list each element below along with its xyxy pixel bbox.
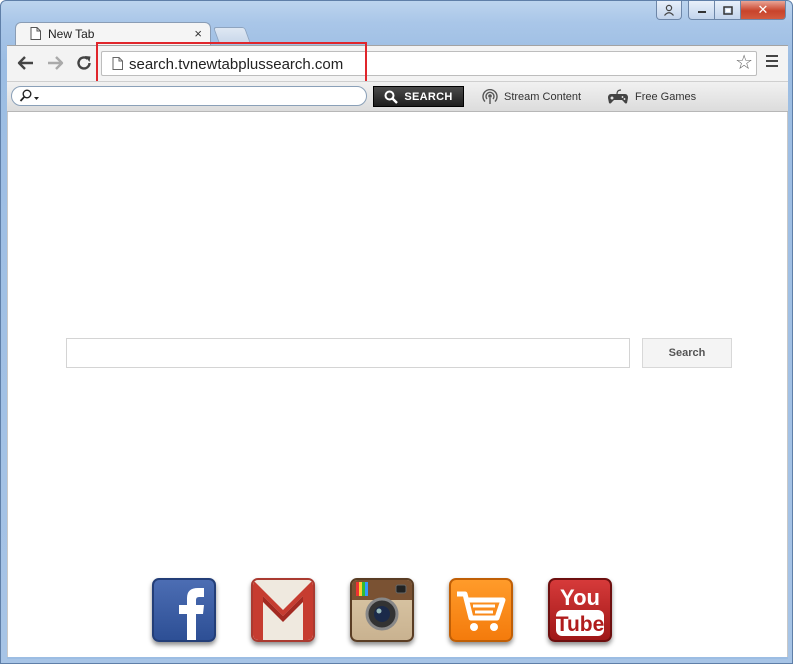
- shopping-tile[interactable]: [449, 578, 513, 642]
- window-caption-buttons: ✕: [656, 1, 786, 20]
- broadcast-icon: [482, 89, 498, 104]
- menu-bar-1: [766, 55, 778, 57]
- chrome-menu-button[interactable]: [766, 55, 778, 70]
- gamepad-icon: [608, 89, 628, 104]
- stream-content-link[interactable]: Stream Content: [482, 89, 581, 105]
- tab-title: New Tab: [48, 27, 95, 41]
- shopping-cart-icon: [457, 591, 506, 631]
- instagram-icon: [352, 580, 412, 631]
- forward-button[interactable]: [44, 52, 66, 74]
- main-search-button-label: Search: [668, 347, 706, 359]
- page-icon: [30, 27, 41, 40]
- menu-bar-2: [766, 60, 778, 62]
- main-search-input[interactable]: [66, 338, 630, 368]
- back-arrow-icon: [17, 56, 33, 70]
- user-profile-button[interactable]: [656, 1, 682, 20]
- youtube-text-bottom: Tube: [556, 613, 605, 636]
- window-bottom-edge: [7, 657, 788, 659]
- search-dropdown-icon[interactable]: [19, 89, 41, 106]
- close-icon: ✕: [757, 2, 769, 17]
- reload-button[interactable]: [73, 52, 95, 74]
- forward-arrow-icon: [48, 56, 64, 70]
- bookmark-star-icon[interactable]: ☆: [735, 53, 753, 73]
- toolbar-search-button[interactable]: SEARCH: [373, 86, 464, 107]
- maximize-button[interactable]: [715, 1, 741, 20]
- youtube-tile[interactable]: You Tube: [548, 578, 612, 642]
- free-games-link[interactable]: Free Games: [607, 89, 696, 105]
- close-window-button[interactable]: ✕: [741, 1, 786, 20]
- free-games-label: Free Games: [635, 91, 697, 103]
- minimize-icon: [697, 11, 706, 13]
- toolbar-search-button-label: SEARCH: [404, 90, 453, 103]
- gmail-tile[interactable]: [251, 578, 315, 642]
- maximize-icon: [722, 5, 733, 15]
- extension-toolbar: SEARCH Stream Content Free Games: [7, 81, 788, 112]
- menu-bar-3: [766, 65, 778, 67]
- facebook-icon: [179, 588, 204, 640]
- user-icon: [664, 4, 674, 16]
- search-icon: [384, 90, 399, 104]
- tab-close-icon[interactable]: ×: [194, 26, 202, 41]
- stream-content-label: Stream Content: [504, 91, 582, 103]
- page-content: Search You Tube: [7, 112, 788, 658]
- toolbar-search-box[interactable]: [11, 86, 367, 106]
- gmail-icon: [253, 580, 313, 640]
- browser-window: ✕ New Tab × search.tvnewtabplussearch.co…: [0, 0, 793, 664]
- shortcut-tiles: You Tube: [152, 578, 612, 642]
- youtube-text-top: You: [560, 585, 600, 610]
- instagram-tile[interactable]: [350, 578, 414, 642]
- facebook-tile[interactable]: [152, 578, 216, 642]
- reload-icon: [77, 56, 91, 70]
- main-search-button[interactable]: Search: [642, 338, 732, 368]
- back-button[interactable]: [15, 52, 37, 74]
- youtube-icon: You Tube: [556, 585, 605, 636]
- minimize-button[interactable]: [688, 1, 715, 20]
